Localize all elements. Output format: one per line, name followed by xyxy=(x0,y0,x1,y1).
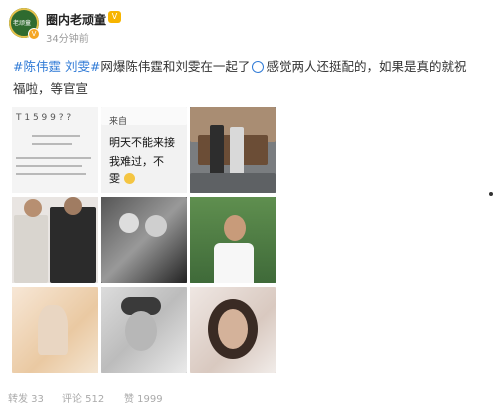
chat-line xyxy=(16,173,86,175)
photo-block xyxy=(14,215,48,283)
image-6[interactable] xyxy=(190,197,276,283)
photo-block xyxy=(214,243,254,283)
hashtag-link[interactable]: #陈伟霆 刘雯# xyxy=(13,59,100,74)
chat-line xyxy=(16,157,91,159)
bottom-bar: 转发 33 评论 512 赞 1999 xyxy=(0,386,500,405)
photo-block xyxy=(218,309,248,349)
photo-block xyxy=(119,213,139,233)
chat-line xyxy=(16,165,82,167)
photo-block xyxy=(64,197,82,215)
image-2[interactable]: 来自 明天不能来接 我难过，不 雯 xyxy=(101,107,187,193)
image-5[interactable] xyxy=(101,197,187,283)
post-text: #陈伟霆 刘雯#网爆陈伟霆和刘雯在一起了 感觉两人还挺配的，如果是真的就祝 福啦，… xyxy=(13,56,483,100)
post-text-part3: 福啦，等官宣 xyxy=(13,81,89,96)
image-8[interactable] xyxy=(101,287,187,373)
chat-line1: 明天不能来接 xyxy=(109,136,175,149)
vip-badge-icon: V xyxy=(108,11,121,23)
chat-line xyxy=(32,143,72,145)
photo-block xyxy=(224,215,246,241)
image-grid: T 1 5 9 9 ? ? 来自 明天不能来接 我难过，不 雯 xyxy=(12,107,276,373)
post-time: 34分钟前 xyxy=(46,34,89,45)
verified-badge-icon: V xyxy=(28,28,40,40)
image-9[interactable] xyxy=(190,287,276,373)
image-3[interactable] xyxy=(190,107,276,193)
more-dot-icon[interactable] xyxy=(489,192,493,196)
username[interactable]: 圈内老顽童 xyxy=(46,11,106,28)
smile-emoji-icon xyxy=(123,173,135,184)
post-text-part2: 感觉两人还挺配的，如果是真的就祝 xyxy=(266,59,467,74)
chat-line xyxy=(32,135,80,137)
avatar-label: 老顽童 xyxy=(13,20,32,27)
photo-block xyxy=(145,215,167,237)
chat-source: 来自 xyxy=(109,117,128,127)
link-icon xyxy=(252,61,265,73)
chat-title: T 1 5 9 9 ? ? xyxy=(16,113,72,123)
post-text-part1: 网爆陈伟霆和刘雯在一起了 xyxy=(100,59,251,74)
photo-block xyxy=(24,199,42,217)
photo-block xyxy=(101,197,187,283)
photo-block xyxy=(50,207,96,283)
photo-block xyxy=(190,173,276,193)
photo-block xyxy=(125,311,157,351)
comment-button[interactable]: 评论 512 xyxy=(62,390,104,405)
photo-block xyxy=(38,305,68,355)
chat-line3: 雯 xyxy=(109,170,135,186)
image-4[interactable] xyxy=(12,197,98,283)
image-7[interactable] xyxy=(12,287,98,373)
chat-line2: 我难过，不 xyxy=(109,155,164,168)
repost-button[interactable]: 转发 33 xyxy=(8,390,44,405)
photo-block xyxy=(210,125,224,179)
image-1[interactable]: T 1 5 9 9 ? ? xyxy=(12,107,98,193)
like-button[interactable]: 赞 1999 xyxy=(124,390,163,405)
